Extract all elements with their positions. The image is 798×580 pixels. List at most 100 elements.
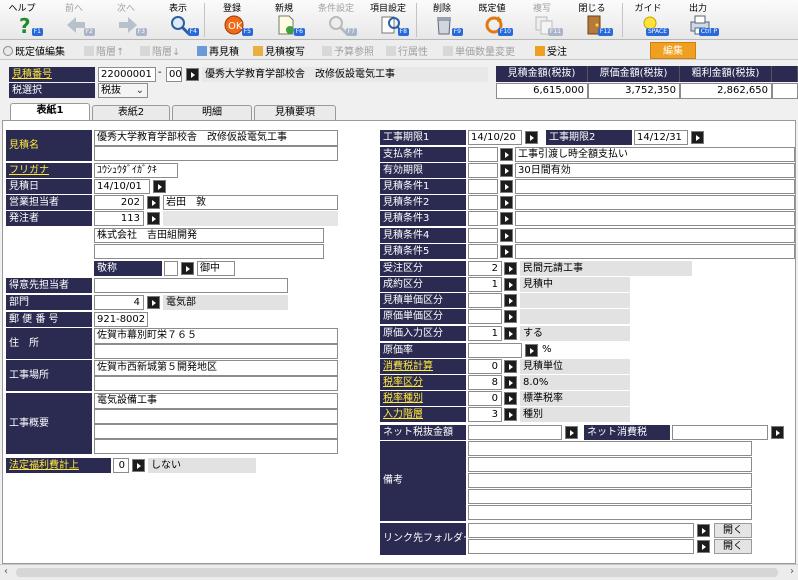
scroll-left-icon[interactable]: ‹ — [4, 566, 8, 577]
cost-input-type-code-field[interactable]: 1 — [468, 326, 502, 341]
payment-terms-code-field[interactable] — [468, 147, 498, 162]
estimate-copy-button[interactable]: 見積複写 — [253, 43, 305, 58]
delete-button[interactable]: 削除 F9 — [420, 0, 464, 40]
tab-details[interactable]: 明細 — [172, 105, 252, 120]
tax-calculation-lookup-button[interactable] — [504, 360, 517, 373]
period2-picker-button[interactable] — [691, 131, 704, 144]
link-folder-field-1[interactable] — [468, 523, 694, 538]
remarks-field-line1[interactable] — [468, 441, 752, 456]
construction-site-field-line2[interactable] — [94, 376, 338, 391]
tax-rate-type-lookup-button[interactable] — [504, 376, 517, 389]
condition4-field[interactable] — [515, 228, 795, 243]
net-amount-ex-tax-button[interactable] — [565, 426, 578, 439]
tab-estimate-terms[interactable]: 見積要項 — [254, 105, 336, 120]
construction-summary-field-line3[interactable] — [94, 424, 338, 439]
tax-category-code-field[interactable]: 0 — [468, 391, 502, 406]
orderer-name-field[interactable]: 株式会社 吉田組開発 — [94, 228, 324, 243]
net-amount-ex-tax-field[interactable] — [468, 425, 562, 440]
level-down-button[interactable]: 階層↓ — [140, 43, 180, 58]
net-tax-field[interactable] — [672, 425, 768, 440]
condition3-field[interactable] — [515, 211, 795, 226]
contract-type-lookup-button[interactable] — [504, 278, 517, 291]
link-folder-browse-button-2[interactable] — [697, 540, 710, 553]
sales-person-code-field[interactable]: 202 — [94, 195, 144, 210]
cost-unit-price-type-lookup-button[interactable] — [504, 310, 517, 323]
condition2-code-field[interactable] — [468, 195, 498, 210]
construction-site-field[interactable]: 佐賀市西新城第５開発地区 — [94, 360, 338, 376]
tab-cover1[interactable]: 表紙1 — [10, 103, 90, 120]
unit-quantity-change-button[interactable]: 単価数量変更 — [443, 43, 515, 58]
tax-rate-type-code-field[interactable]: 8 — [468, 375, 502, 390]
condition5-lookup-button[interactable] — [500, 245, 513, 258]
valid-period-field[interactable]: 30日間有効 — [515, 163, 795, 178]
cost-input-type-lookup-button[interactable] — [504, 327, 517, 340]
honorific-code-field[interactable] — [164, 261, 178, 276]
construction-summary-field-line2[interactable] — [94, 409, 338, 424]
contract-type-code-field[interactable]: 1 — [468, 277, 502, 292]
construction-summary-field-line4[interactable] — [94, 439, 338, 454]
remarks-field-line5[interactable] — [468, 505, 752, 520]
budget-reference-button[interactable]: 予算参照 — [322, 43, 374, 58]
horizontal-scrollbar[interactable]: ‹ › — [0, 564, 798, 580]
default-value-button[interactable]: 既定値 F10 — [470, 0, 514, 40]
construction-summary-field[interactable]: 電気設備工事 — [94, 393, 338, 409]
guide-button[interactable]: ガイド SPACE — [626, 0, 670, 40]
estimate-name-field[interactable]: 優秀大学教育学部校舎 改修仮設電気工事 — [94, 130, 338, 146]
honorific-lookup-button[interactable] — [181, 262, 194, 275]
net-tax-button[interactable] — [771, 426, 784, 439]
edit-mode-button[interactable]: 編集 — [650, 42, 696, 59]
next-button[interactable]: 次へ F3 — [104, 0, 148, 40]
order-type-code-field[interactable]: 2 — [468, 261, 502, 276]
department-code-field[interactable]: 4 — [94, 295, 144, 310]
link-folder-field-2[interactable] — [468, 539, 694, 554]
condition3-lookup-button[interactable] — [500, 212, 513, 225]
remarks-field-line4[interactable] — [468, 489, 752, 504]
valid-period-lookup-button[interactable] — [500, 164, 513, 177]
help-button[interactable]: ヘルプ ? F1 — [0, 0, 44, 40]
condition4-code-field[interactable] — [468, 228, 498, 243]
input-level-lookup-button[interactable] — [504, 408, 517, 421]
estimate-date-field[interactable]: 14/10/01 — [94, 179, 150, 194]
tax-category-lookup-button[interactable] — [504, 392, 517, 405]
tab-cover2[interactable]: 表紙2 — [92, 105, 170, 120]
remarks-field-line2[interactable] — [468, 457, 752, 472]
condition3-code-field[interactable] — [468, 211, 498, 226]
payment-terms-lookup-button[interactable] — [500, 148, 513, 161]
new-button[interactable]: 新規 F6 — [262, 0, 306, 40]
condition2-lookup-button[interactable] — [500, 196, 513, 209]
condition5-code-field[interactable] — [468, 244, 498, 259]
remarks-field-line3[interactable] — [468, 473, 752, 488]
estimate-number-lookup-button[interactable] — [186, 68, 199, 81]
register-button[interactable]: 登録 OK F5 — [210, 0, 254, 40]
level-up-button[interactable]: 階層↑ — [84, 43, 124, 58]
scroll-right-icon[interactable]: › — [790, 566, 794, 577]
link-folder-browse-button-1[interactable] — [697, 524, 710, 537]
item-setting-button[interactable]: 項目設定 F8 — [366, 0, 410, 40]
order-button[interactable]: 受注 — [535, 43, 567, 58]
orderer-code-field[interactable]: 113 — [94, 211, 144, 226]
sales-person-name-field[interactable]: 岩田 敦 — [163, 195, 338, 210]
estimate-unit-price-type-lookup-button[interactable] — [504, 294, 517, 307]
condition1-code-field[interactable] — [468, 179, 498, 194]
view-button[interactable]: 表示 F4 — [156, 0, 200, 40]
department-lookup-button[interactable] — [147, 296, 160, 309]
estimate-date-picker-button[interactable] — [153, 180, 166, 193]
cost-rate-lookup-button[interactable] — [525, 344, 538, 357]
estimate-unit-price-type-code-field[interactable] — [468, 293, 502, 308]
estimate-sub-number-field[interactable]: 00 — [166, 67, 182, 82]
row-attribute-button[interactable]: 行属性 — [386, 43, 428, 58]
link-folder-open-button-1[interactable]: 開く — [714, 523, 752, 538]
orderer-lookup-button[interactable] — [147, 212, 160, 225]
orderer-name-field-line2[interactable] — [94, 244, 324, 259]
legal-welfare-lookup-button[interactable] — [132, 459, 145, 472]
address-field[interactable]: 佐賀市幕別町栄７６５ — [94, 328, 338, 344]
order-type-lookup-button[interactable] — [504, 262, 517, 275]
condition5-field[interactable] — [515, 244, 795, 259]
copy-button[interactable]: 複写 F11 — [520, 0, 564, 40]
link-folder-open-button-2[interactable]: 開く — [714, 539, 752, 554]
close-button[interactable]: 閉じる F12 — [570, 0, 614, 40]
condition1-lookup-button[interactable] — [500, 180, 513, 193]
estimate-name-field-line2[interactable] — [94, 146, 338, 161]
scrollbar-thumb[interactable] — [16, 568, 778, 577]
prev-button[interactable]: 前へ F2 — [52, 0, 96, 40]
